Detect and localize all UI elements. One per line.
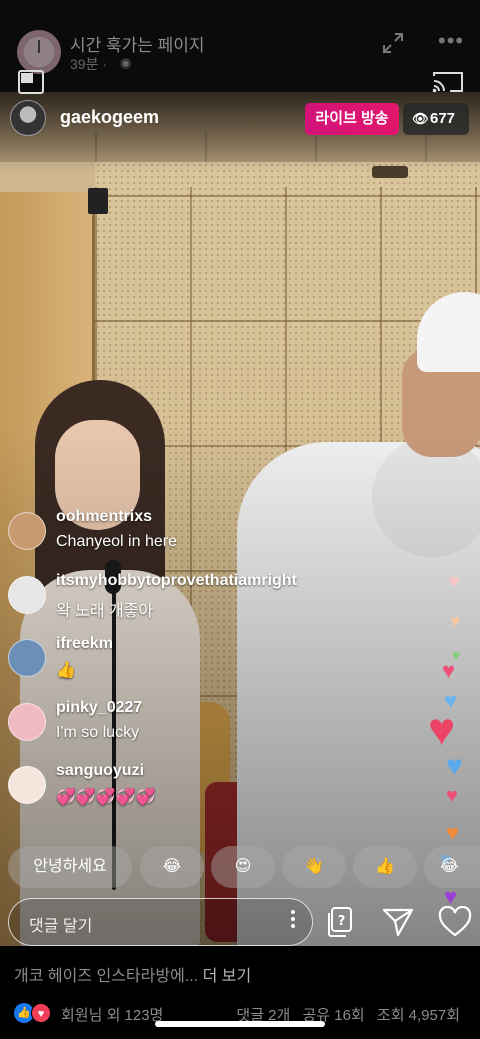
live-comment: itsmyhobbytoprovethatiamright 왁 노래 개좋아 xyxy=(8,572,478,632)
eye-icon: 👁 xyxy=(412,111,429,126)
live-badge: 라이브 방송 xyxy=(305,103,399,135)
send-icon[interactable] xyxy=(382,906,414,938)
quick-reply-laugh-2[interactable]: 😂 xyxy=(424,846,480,888)
floating-heart-icon: ♥ xyxy=(450,611,461,631)
comment-text: 👍 xyxy=(56,662,76,679)
more-icon[interactable]: ••• xyxy=(438,28,464,54)
quick-reply-heart-eyes[interactable]: 😍 xyxy=(211,846,275,888)
reaction-summary[interactable]: 회원님 외 123명 xyxy=(61,1004,163,1025)
comment-text: 💞💞💞💞💞 xyxy=(56,789,156,806)
commenter-avatar[interactable] xyxy=(8,512,46,550)
comment-options-icon[interactable] xyxy=(290,907,296,937)
live-comment: ifreekm 👍 xyxy=(8,635,478,695)
comment-text: 왁 노래 개좋아 xyxy=(56,603,154,620)
quick-reply-wave[interactable]: 👋 xyxy=(282,846,346,888)
comment-username[interactable]: sanguoyuzi xyxy=(56,762,144,780)
commenter-avatar[interactable] xyxy=(8,639,46,677)
quick-reply-thumbs-up[interactable]: 👍 xyxy=(353,846,417,888)
svg-text:?: ? xyxy=(338,914,346,929)
post-time: 39분 · xyxy=(70,56,108,72)
host-avatar[interactable] xyxy=(10,100,46,136)
floating-heart-icon: ♥ xyxy=(428,703,456,755)
commenter-avatar[interactable] xyxy=(8,766,46,804)
white-cap xyxy=(417,292,480,372)
post-header: 시간 훅가는 페이지 39분 · ◉ ••• xyxy=(0,0,480,92)
picture-in-picture-icon[interactable] xyxy=(18,70,44,94)
floating-heart-icon: ♥ xyxy=(446,785,458,807)
viewer-count-badge[interactable]: 👁 677 xyxy=(403,103,469,135)
view-count: 조회 4,957회 xyxy=(376,1007,460,1024)
quick-reply-laugh[interactable]: 😂 xyxy=(140,846,204,888)
commenter-avatar[interactable] xyxy=(8,576,46,614)
comment-text: Chanyeol in here xyxy=(56,533,177,550)
page-name[interactable]: 시간 훅가는 페이지 xyxy=(70,31,205,56)
globe-icon: ◉ xyxy=(120,55,132,70)
live-comment: sanguoyuzi 💞💞💞💞💞 xyxy=(8,762,478,822)
floating-heart-icon: ♥ xyxy=(446,820,460,845)
comment-input[interactable]: 댓글 달기 xyxy=(8,898,313,946)
comment-placeholder: 댓글 달기 xyxy=(29,918,93,935)
quick-reply-hello[interactable]: 안녕하세요 xyxy=(8,846,132,888)
floating-heart-icon: ♥ xyxy=(442,658,456,683)
live-comment: oohmentrixs Chanyeol in here xyxy=(8,508,478,568)
comment-username[interactable]: oohmentrixs xyxy=(56,508,152,526)
love-reaction-icon: ♥ xyxy=(31,1003,51,1023)
post-description[interactable]: 개코 헤이즈 인스타라방에... 더 보기 xyxy=(14,962,251,986)
see-more-link[interactable]: 더 보기 xyxy=(203,968,252,985)
heart-icon[interactable] xyxy=(438,906,472,938)
live-comment: pinky_0227 I'm so lucky xyxy=(8,699,478,759)
post-description-text: 개코 헤이즈 인스타라방에... xyxy=(14,968,203,985)
expand-icon[interactable] xyxy=(382,32,404,54)
comment-text: I'm so lucky xyxy=(56,724,140,741)
comment-username[interactable]: pinky_0227 xyxy=(56,699,142,717)
commenter-avatar[interactable] xyxy=(8,703,46,741)
home-indicator[interactable] xyxy=(155,1021,325,1027)
question-icon[interactable]: ? xyxy=(327,907,353,937)
viewer-count: 677 xyxy=(430,110,456,127)
host-username[interactable]: gaekogeem xyxy=(60,107,159,128)
floating-heart-icon: ♥ xyxy=(446,750,463,781)
comment-username[interactable]: ifreekm xyxy=(56,635,113,653)
floating-heart-icon: ♥ xyxy=(448,571,460,593)
cast-icon[interactable] xyxy=(432,70,464,94)
clock-avatar-icon[interactable] xyxy=(17,30,61,74)
comment-username[interactable]: itsmyhobbytoprovethatiamright xyxy=(56,572,297,590)
floating-heart-icon: ♥ xyxy=(444,884,458,909)
wall-speaker xyxy=(88,188,108,214)
